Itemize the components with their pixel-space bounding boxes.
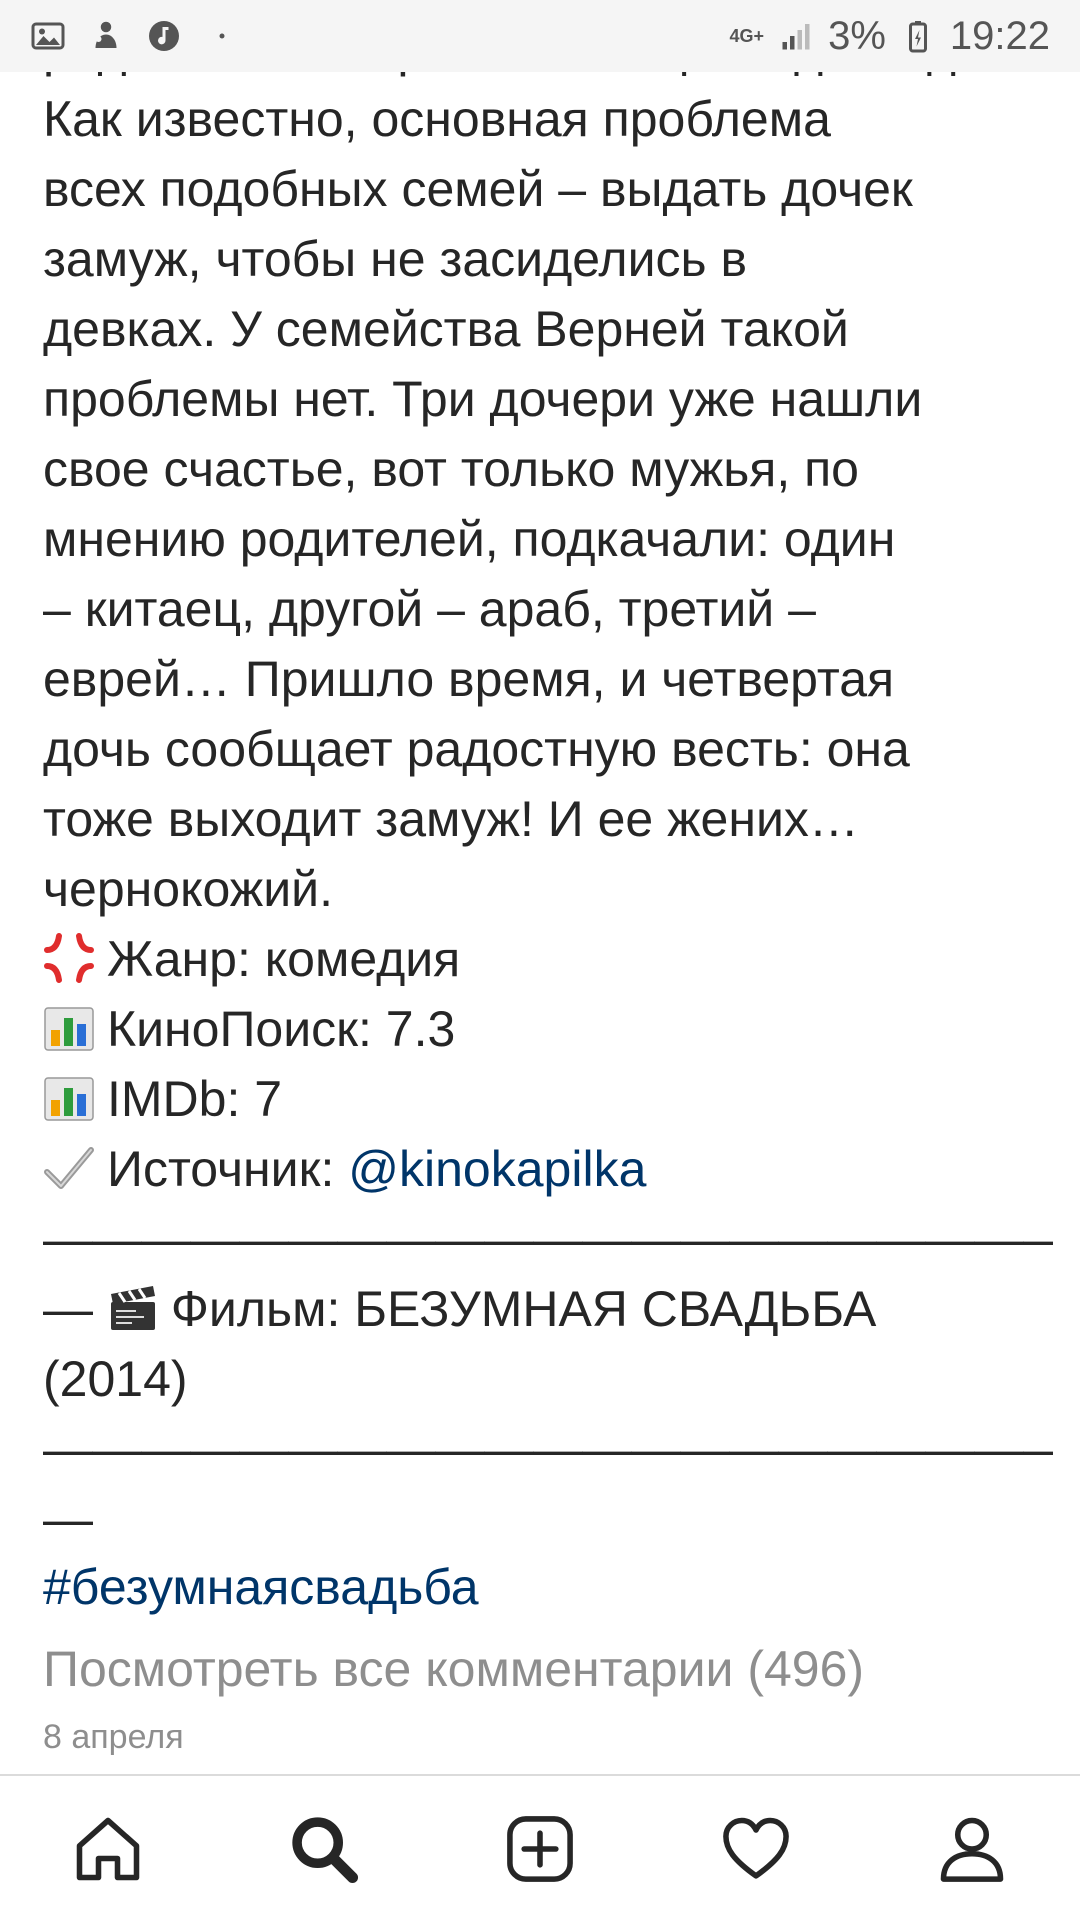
imdb-line: IMDb: 7 <box>43 1064 1053 1134</box>
caption-line: девках. У семейства Верней такой <box>43 301 849 357</box>
view-all-comments-link[interactable]: Посмотреть все комментарии (496) <box>43 1634 864 1704</box>
profile-icon <box>940 1817 1004 1882</box>
bar-chart-icon <box>43 1002 95 1054</box>
bottom-navigation <box>0 1774 1080 1920</box>
separator-dashes: ———————————————————————— <box>43 1421 1053 1477</box>
nav-add-post-button[interactable] <box>480 1794 600 1904</box>
caption-line: замуж, чтобы не засиделись в <box>43 231 748 287</box>
nav-activity-button[interactable] <box>696 1794 816 1904</box>
genre-line: Жанр: комедия <box>43 924 1053 994</box>
caption-line: – китаец, другой – араб, третий – <box>43 581 816 637</box>
post-caption-area: родителями с третьим и еще с одним д Как… <box>0 72 1080 1772</box>
clapper-board-icon <box>107 1282 159 1334</box>
genre-label: Жанр: комедия <box>107 931 461 987</box>
source-label: Источник: <box>107 1141 349 1197</box>
source-mention-link[interactable]: @kinokapilka <box>348 1141 646 1197</box>
app-notification-icon <box>88 18 124 54</box>
search-icon <box>292 1817 359 1884</box>
caption-line: проблемы нет. Три дочери уже нашли <box>43 371 923 427</box>
music-icon <box>146 18 182 54</box>
nav-search-button[interactable] <box>264 1794 384 1904</box>
home-icon <box>76 1817 140 1881</box>
separator-dashes: ———————————————————————— <box>43 1211 1053 1267</box>
more-notifications-dot-icon <box>204 18 240 54</box>
kinopoisk-line: КиноПоиск: 7.3 <box>43 994 1053 1064</box>
status-bar: 4G+ 3% 19:22 <box>0 0 1080 72</box>
caption-line: всех подобных семей – выдать дочек <box>43 161 913 217</box>
anger-symbol-icon <box>43 932 95 984</box>
film-line-dash: — <box>43 1281 107 1337</box>
status-left <box>30 18 240 54</box>
battery-percent: 3% <box>828 13 886 58</box>
imdb-label: IMDb: 7 <box>107 1071 283 1127</box>
source-line: Источник: @kinokapilka <box>43 1134 1053 1204</box>
battery-icon <box>900 18 936 54</box>
nav-home-button[interactable] <box>48 1794 168 1904</box>
add-post-icon <box>507 1816 573 1882</box>
caption-line: мнению родителей, подкачали: один <box>43 511 896 567</box>
caption-line: чернокожий. <box>43 861 333 917</box>
post-caption: Как известно, основная проблема всех под… <box>43 84 1053 1554</box>
separator-dash-end: — <box>43 1491 93 1547</box>
clock: 19:22 <box>949 13 1050 58</box>
kinopoisk-label: КиноПоиск: 7.3 <box>107 1001 456 1057</box>
caption-line: Как известно, основная проблема <box>43 91 831 147</box>
bar-chart-icon <box>43 1072 95 1124</box>
status-right: 4G+ 3% 19:22 <box>730 14 1050 59</box>
post-date: 8 апреля <box>43 1718 184 1756</box>
caption-line: тоже выходит замуж! И ее жених… <box>43 791 859 847</box>
film-label: Фильм: БЕЗУМНАЯ СВАДЬБА <box>170 1281 877 1337</box>
caption-cut-line: родителями с третьим и еще с одним д <box>43 72 1043 84</box>
film-line: — Фильм: БЕЗУМНАЯ СВАДЬБА <box>43 1274 1053 1344</box>
check-mark-icon <box>43 1142 95 1194</box>
caption-line: еврей… Пришло время, и четвертая <box>43 651 895 707</box>
caption-line: свое счастье, вот только мужья, по <box>43 441 859 497</box>
gallery-icon <box>30 18 66 54</box>
nav-profile-button[interactable] <box>912 1794 1032 1904</box>
network-type: 4G+ <box>729 26 765 46</box>
caption-line: дочь сообщает радостную весть: она <box>43 721 910 777</box>
heart-icon <box>723 1817 789 1879</box>
signal-icon <box>778 18 814 54</box>
film-year: (2014) <box>43 1351 188 1407</box>
hashtag-link[interactable]: #безумнаясвадьба <box>43 1552 479 1622</box>
